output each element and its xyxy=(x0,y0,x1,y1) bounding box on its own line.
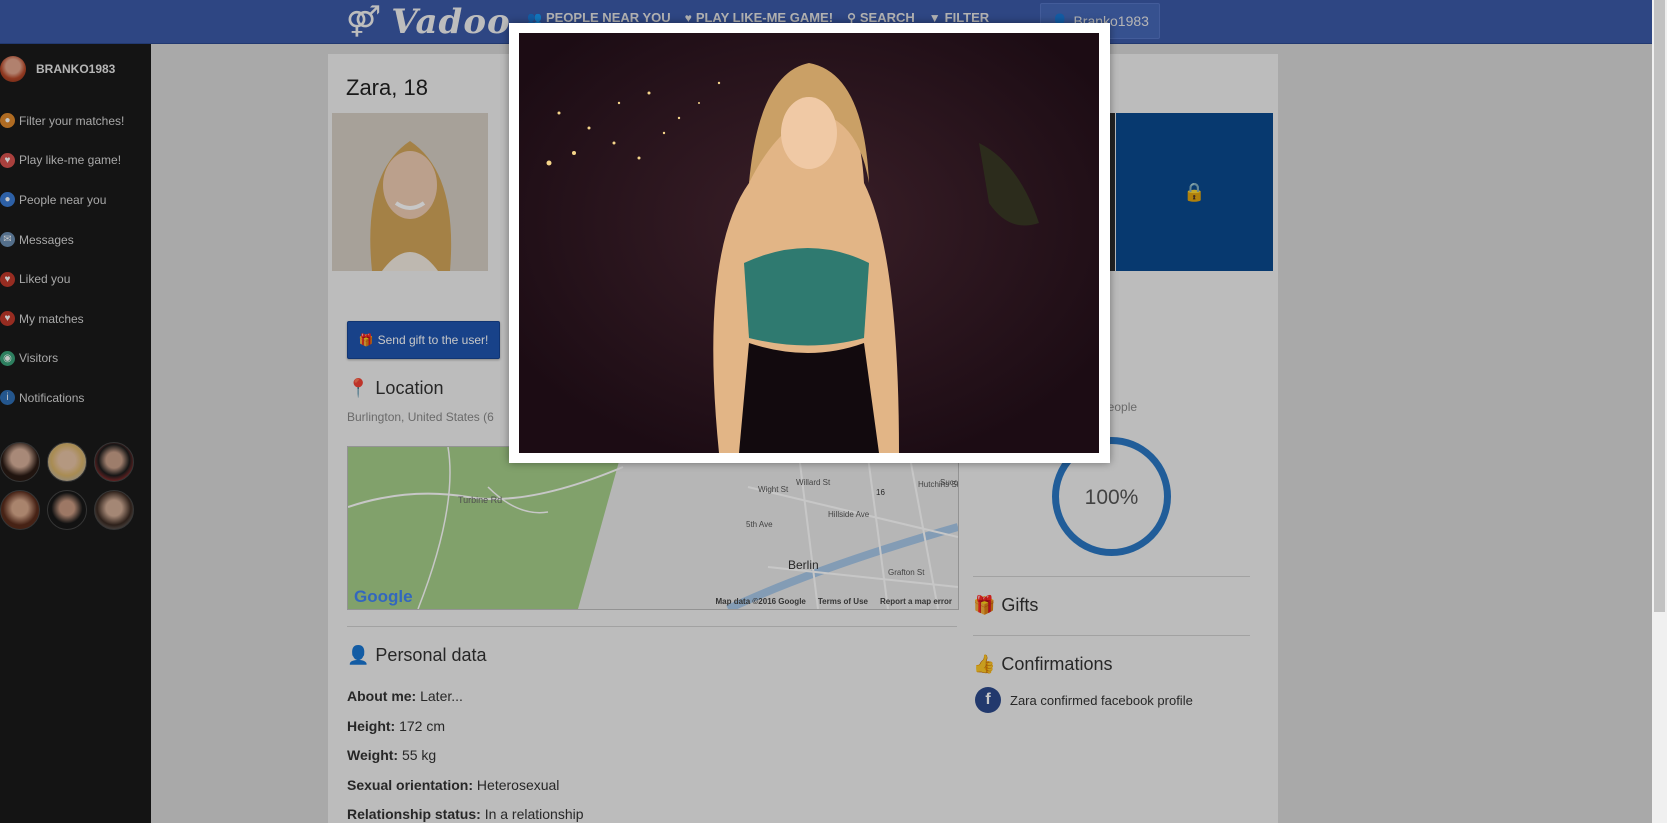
terms-link[interactable]: Terms of Use xyxy=(818,597,868,606)
map-label: Wight St xyxy=(758,485,789,494)
scrollbar-thumb[interactable] xyxy=(1654,0,1665,612)
divider xyxy=(347,626,957,627)
personal-data-heading: 👤 Personal data xyxy=(347,645,487,665)
heart-icon: ♥ xyxy=(0,152,15,168)
sidebar-item-visitors[interactable]: ◉ Visitors xyxy=(0,339,124,379)
sidebar-user[interactable]: BRANKO1983 xyxy=(0,56,115,82)
sidebar-item-messages[interactable]: ✉ Messages xyxy=(0,220,124,260)
location-text: Burlington, United States (6 xyxy=(347,410,494,424)
sidebar-item-people[interactable]: ● People near you xyxy=(0,180,124,220)
sidebar-item-notifications[interactable]: i Notifications xyxy=(0,378,124,418)
sidebar-item-matches[interactable]: ♥ My matches xyxy=(0,299,124,339)
user-icon: 👤 xyxy=(347,645,370,665)
filter-icon: ● xyxy=(0,113,15,129)
map-label: Turbine Rd xyxy=(458,495,502,505)
divider xyxy=(973,576,1250,577)
hand-heart-icon: ♥ xyxy=(0,271,15,287)
enlarged-photo[interactable] xyxy=(519,33,1099,453)
report-map-error-link[interactable]: Report a map error xyxy=(880,597,952,606)
page-scrollbar[interactable] xyxy=(1652,0,1667,823)
map-footer: Map data ©2016 Google Terms of Use Repor… xyxy=(715,597,953,606)
logo-text: Vadoo xyxy=(391,2,511,42)
people-icon: ● xyxy=(0,192,15,208)
logo[interactable]: ⚤ Vadoo xyxy=(346,2,511,42)
user-thumbnail[interactable] xyxy=(94,442,134,482)
confirmations-heading: 👍 Confirmations xyxy=(973,654,1113,674)
personal-row-orientation: Sexual orientation: Heterosexual xyxy=(347,777,560,793)
sidebar-item-like-me[interactable]: ♥ Play like-me game! xyxy=(0,141,124,181)
map-label: 5th Ave xyxy=(746,520,773,529)
map-label: Grafton St xyxy=(888,568,925,577)
recent-users xyxy=(0,442,140,530)
personal-row-height: Height: 172 cm xyxy=(347,718,446,734)
profile-photo[interactable] xyxy=(332,113,488,271)
lock-icon: 🔒 xyxy=(1183,181,1206,202)
google-logo: Google xyxy=(354,587,413,606)
sidebar-item-filter[interactable]: ● Filter your matches! xyxy=(0,101,124,141)
gift-icon: 🎁 xyxy=(358,333,374,347)
personal-row-weight: Weight: 55 kg xyxy=(347,747,437,763)
map-label: Willard St xyxy=(796,478,831,487)
personal-row-about: About me: Later... xyxy=(347,688,463,704)
user-thumbnail[interactable] xyxy=(0,442,40,482)
user-thumbnail[interactable] xyxy=(94,490,134,530)
profile-name: Zara, 18 xyxy=(346,75,428,100)
personal-row-relationship: Relationship status: In a relationship xyxy=(347,806,584,822)
send-gift-button[interactable]: 🎁 Send gift to the user! xyxy=(347,321,500,359)
divider xyxy=(973,635,1250,636)
facebook-icon: f xyxy=(975,687,1001,713)
map-label: Berlin xyxy=(788,558,819,572)
map-label: Hillside Ave xyxy=(828,510,870,519)
info-icon: i xyxy=(0,390,15,406)
map-label: Succ xyxy=(940,478,958,487)
location-heading: 📍 Location xyxy=(347,378,444,398)
sidebar-item-liked-you[interactable]: ♥ Liked you xyxy=(0,259,124,299)
match-percentage: 100% xyxy=(1085,486,1139,509)
photo-lightbox xyxy=(509,23,1110,463)
gift-icon: 🎁 xyxy=(973,595,996,615)
facebook-confirmation: f Zara confirmed facebook profile xyxy=(975,687,1193,713)
map-label: 16 xyxy=(876,488,885,497)
avatar xyxy=(0,56,26,82)
envelope-icon: ✉ xyxy=(0,232,15,248)
heart-icon: ♥ xyxy=(0,311,15,327)
user-thumbnail[interactable] xyxy=(47,490,87,530)
user-thumbnail[interactable] xyxy=(0,490,40,530)
sidebar: BRANKO1983 ● Filter your matches! ♥ Play… xyxy=(0,44,151,823)
thumbs-up-icon: 👍 xyxy=(973,654,996,674)
gender-symbols-icon: ⚤ xyxy=(346,4,382,39)
map-marker-icon: 📍 xyxy=(347,378,370,398)
gifts-heading: 🎁 Gifts xyxy=(973,595,1039,615)
locked-photo[interactable]: 🔒 xyxy=(1116,113,1273,271)
user-thumbnail[interactable] xyxy=(47,442,87,482)
sidebar-menu: ● Filter your matches! ♥ Play like-me ga… xyxy=(0,101,124,418)
eye-icon: ◉ xyxy=(0,350,15,366)
location-map[interactable]: Turbine Rd Berlin Wight St Willard St Hi… xyxy=(347,446,959,610)
